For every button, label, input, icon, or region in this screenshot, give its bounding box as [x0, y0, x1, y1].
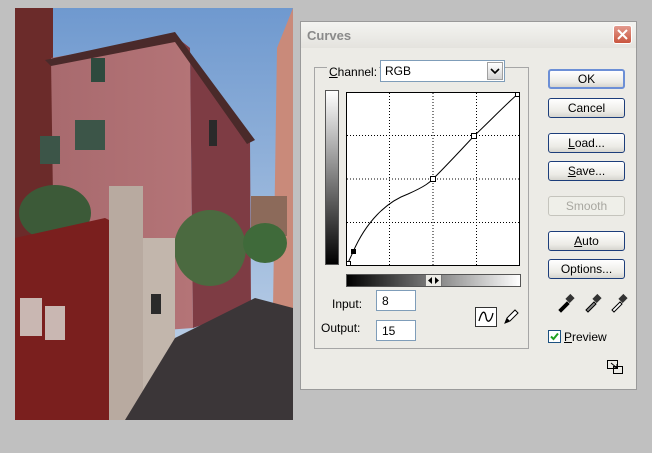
- curve-tool-button[interactable]: [475, 307, 497, 327]
- preview-checkbox[interactable]: [548, 330, 561, 343]
- curve-point-white[interactable]: [516, 93, 520, 97]
- close-button[interactable]: [613, 25, 632, 44]
- curve-point-origin[interactable]: [347, 262, 351, 266]
- eyedropper-gray-icon: [581, 292, 603, 314]
- curves-graph[interactable]: [346, 92, 520, 266]
- gray-eyedropper-button[interactable]: [581, 292, 603, 314]
- pencil-icon: [501, 307, 521, 327]
- expand-icon[interactable]: [607, 360, 623, 374]
- save-button[interactable]: Save...: [548, 161, 625, 181]
- input-gradient-bar: [346, 274, 521, 287]
- document-photo: [15, 8, 293, 420]
- output-field[interactable]: 15: [376, 320, 416, 341]
- input-label: Input:: [332, 297, 362, 311]
- curve-point-black[interactable]: [351, 249, 356, 254]
- auto-button[interactable]: Auto: [548, 231, 625, 251]
- dialog-titlebar[interactable]: Curves: [301, 22, 636, 48]
- pencil-tool-button[interactable]: [501, 307, 521, 327]
- dialog-title: Curves: [307, 28, 351, 43]
- input-field[interactable]: 8: [376, 290, 416, 311]
- options-button[interactable]: Options...: [548, 259, 625, 279]
- output-gradient-bar: [325, 90, 339, 265]
- close-icon: [617, 29, 628, 40]
- eyedropper-white-icon: [607, 292, 629, 314]
- smooth-button[interactable]: Smooth: [548, 196, 625, 216]
- channel-dropdown-button[interactable]: [487, 62, 503, 80]
- gradient-toggle-button[interactable]: [425, 275, 442, 286]
- load-button[interactable]: Load...: [548, 133, 625, 153]
- ok-button[interactable]: OK: [548, 69, 625, 89]
- eyedropper-black-icon: [554, 292, 576, 314]
- channel-select[interactable]: RGB: [380, 60, 505, 82]
- curve-tool-icon: [476, 308, 496, 326]
- white-eyedropper-button[interactable]: [607, 292, 629, 314]
- black-eyedropper-button[interactable]: [554, 292, 576, 314]
- curve-point-mid[interactable]: [431, 177, 436, 182]
- chevron-down-icon: [488, 63, 502, 79]
- preview-label: Preview: [564, 330, 607, 344]
- channel-value: RGB: [385, 64, 411, 78]
- channel-label: Channel:: [327, 65, 379, 79]
- checkmark-icon: [549, 331, 560, 342]
- curve-point-upper[interactable]: [472, 134, 477, 139]
- output-label: Output:: [321, 321, 360, 335]
- curves-dialog: Curves Channel: RGB: [300, 21, 637, 390]
- cancel-button[interactable]: Cancel: [548, 98, 625, 118]
- swap-arrows-icon: [426, 275, 441, 286]
